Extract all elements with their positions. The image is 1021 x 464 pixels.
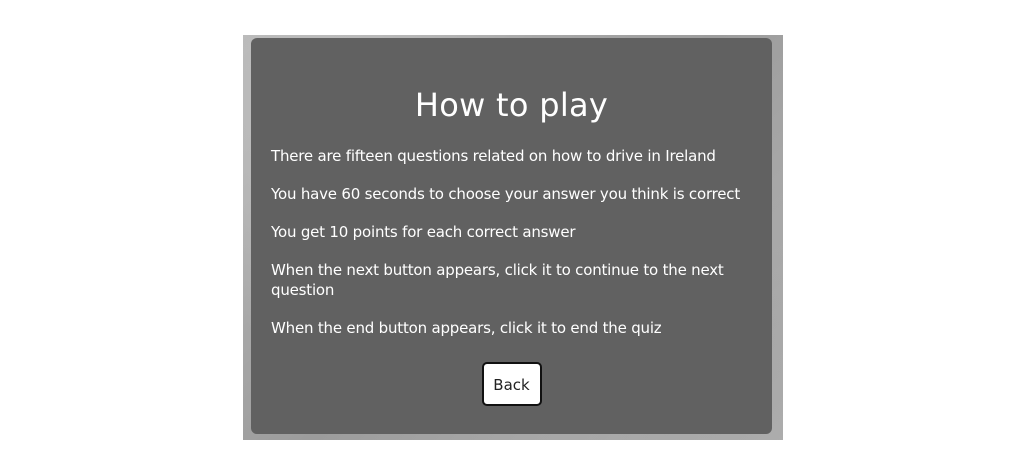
rules-list: There are fifteen questions related on h… (271, 146, 752, 338)
rule-item: There are fifteen questions related on h… (271, 147, 716, 165)
rule-item: You get 10 points for each correct answe… (271, 223, 576, 241)
back-button[interactable]: Back (481, 362, 542, 406)
rule-item: When the next button appears, click it t… (271, 261, 724, 299)
rule-item: You have 60 seconds to choose your answe… (271, 185, 741, 203)
card-frame: How to play There are fifteen questions … (243, 35, 783, 440)
how-to-play-card: How to play There are fifteen questions … (251, 38, 772, 434)
back-button-container: Back (271, 362, 752, 406)
rule-item: When the end button appears, click it to… (271, 319, 662, 337)
page-title: How to play (414, 86, 609, 124)
